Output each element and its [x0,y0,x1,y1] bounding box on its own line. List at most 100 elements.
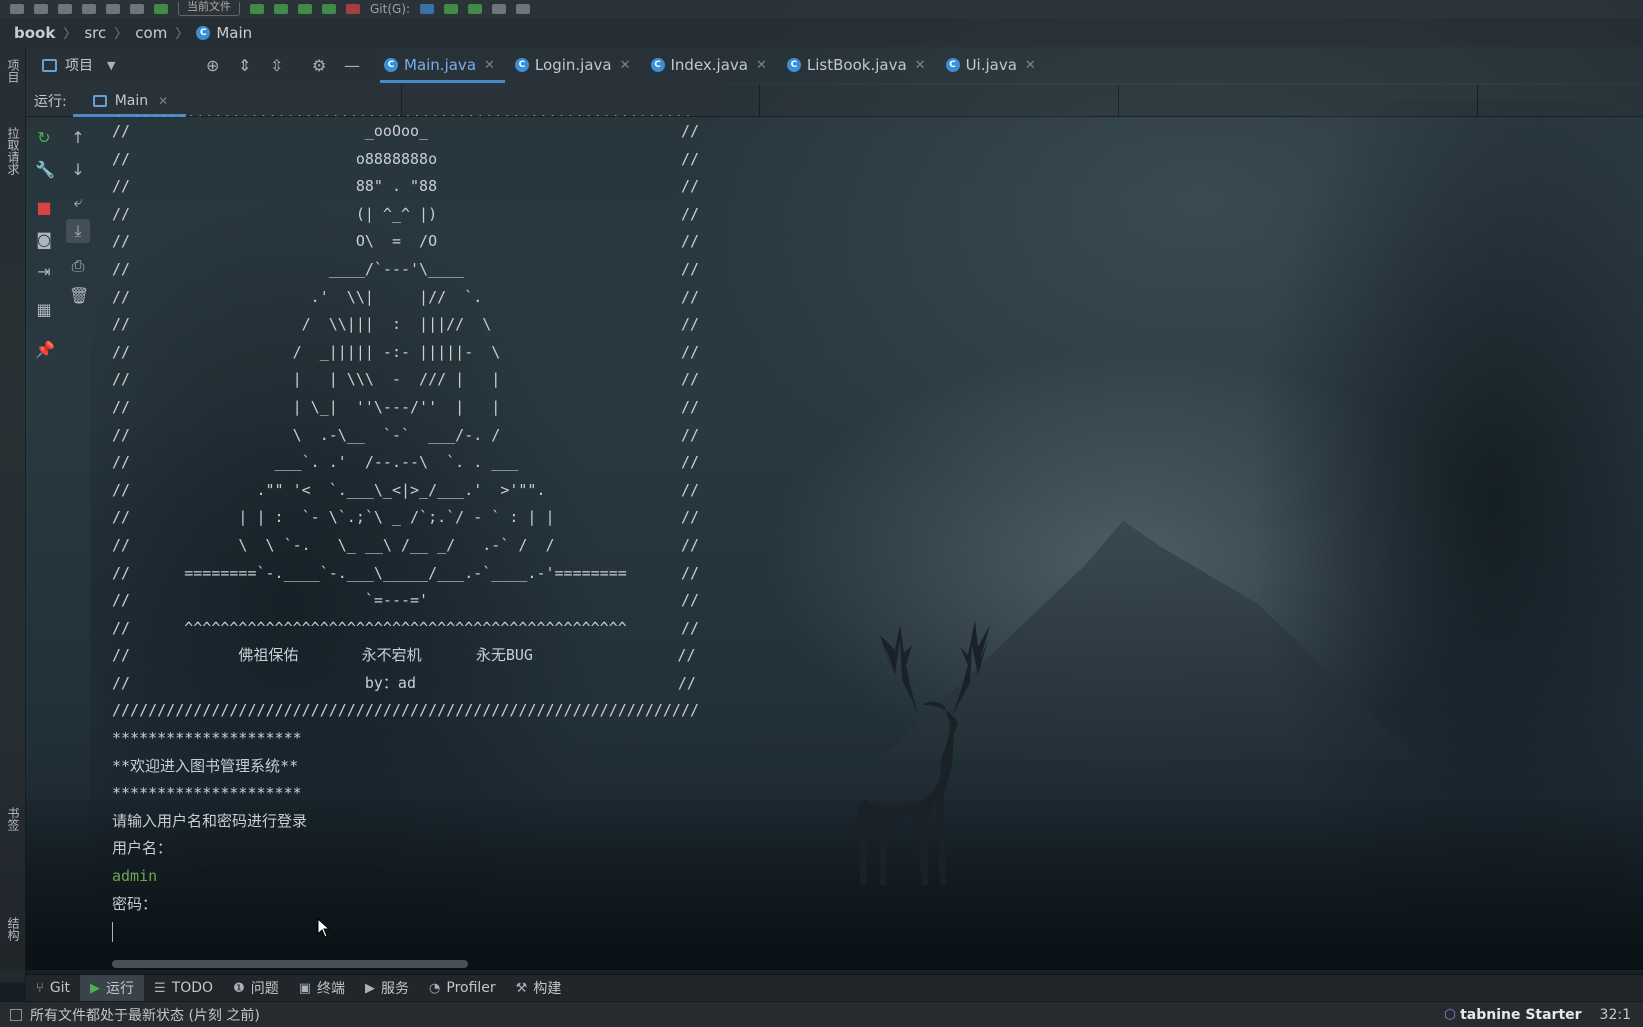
profiler-icon: ◔ [429,980,441,996]
wallpaper-deer [858,620,990,885]
tool-services[interactable]: ▶ 服务 [355,975,419,1002]
scroll-to-end-icon[interactable]: ⤓ [66,219,90,243]
tool-problems[interactable]: ❶ 问题 [223,975,289,1002]
close-icon[interactable]: ✕ [620,58,631,73]
console-line: // | | \\\ - /// | | // [112,370,699,389]
console-line: ////////////////////////////////////////… [112,701,699,720]
console-line: // by：ad // [112,673,696,692]
project-tool-window[interactable]: 项目 [5,59,22,83]
breadcrumb-item-book[interactable]: book [14,24,55,42]
breadcrumb-item-src[interactable]: src [84,24,106,42]
coverage-icon[interactable] [298,4,312,14]
git-history-icon[interactable] [492,4,507,14]
horizontal-scrollbar[interactable] [112,960,468,968]
sync-icon[interactable] [58,4,72,14]
divider [759,85,760,117]
rerun-icon[interactable]: ↻ [35,129,53,147]
tab-index-java[interactable]: C Index.java ✕ [647,47,777,83]
save-icon[interactable] [34,4,48,14]
stop-icon[interactable]: ■ [35,199,53,217]
arrow-down-icon[interactable]: ↓ [69,161,87,179]
tool-terminal[interactable]: ▣ 终端 [289,975,355,1002]
tab-login-java[interactable]: C Login.java ✕ [511,47,641,83]
project-panel-header: 项目 ▼ ⊕ ⇕ ⇳ ⚙ — [26,47,380,83]
expand-all-icon[interactable]: ⇕ [238,56,251,75]
breadcrumb-item-main[interactable]: Main [216,24,252,42]
profile-icon[interactable] [322,4,336,14]
class-icon: C [786,58,801,72]
pin-icon[interactable]: 📌 [35,341,55,359]
exit-icon[interactable]: ⇥ [35,263,53,281]
bookmarks-tool-window[interactable]: 书签 [5,807,22,831]
locate-icon[interactable]: ⊕ [206,56,219,75]
user-icon[interactable] [130,4,144,14]
back-icon[interactable] [82,4,96,14]
console-scrolled-line: ////////////////////////////////////////… [112,112,690,116]
run-icon[interactable] [250,4,264,14]
git-push-icon[interactable] [468,4,483,14]
pull-requests-tool-window[interactable]: 拉取请求 [5,127,22,175]
build-hammer-icon[interactable] [154,4,168,14]
collapse-all-icon[interactable]: ⇳ [270,56,283,75]
git-commit-icon[interactable] [444,4,459,14]
tool-build[interactable]: ⚒ 构建 [506,975,572,1002]
status-message[interactable]: 所有文件都处于最新状态 (片刻 之前) [30,1005,260,1025]
debug-icon[interactable] [274,4,288,14]
tab-ui-java[interactable]: C Ui.java ✕ [942,47,1046,83]
run-icon: ▶ [90,980,101,996]
console-line: // | | : `- \`.;`\ _ /`;.`/ - ` : | | // [112,508,699,527]
gear-icon[interactable]: ⚙ [312,56,326,75]
forward-icon[interactable] [106,4,120,14]
tool-git[interactable]: ⑂ Git [26,975,80,1002]
console-line: // ____/`---'\____ // [112,259,699,278]
toggle-tool-windows-icon[interactable] [10,1008,22,1021]
close-icon[interactable]: ✕ [1025,58,1036,73]
console-line: // .' \\| |// `. // [112,287,699,306]
console-line: // _ooOoo_ // [112,122,699,140]
tab-label: Main.java [404,56,477,74]
tool-profiler[interactable]: ◔ Profiler [419,975,506,1002]
tab-label: Index.java [670,56,749,74]
structure-tool-window[interactable]: 结构 [5,917,22,941]
console-output[interactable]: ////////////////////////////////////////… [112,112,872,948]
class-icon: C [650,58,665,72]
tab-label: Login.java [534,56,612,74]
wrench-icon[interactable]: 🔧 [35,161,55,179]
git-update-icon[interactable] [420,4,435,14]
layout-icon[interactable]: ▦ [35,301,53,319]
camera-icon[interactable]: ◙ [35,231,53,249]
close-icon[interactable]: ✕ [915,58,926,73]
close-icon[interactable]: ✕ [484,58,495,73]
chevron-down-icon[interactable]: ▼ [107,59,115,72]
open-icon[interactable] [10,4,24,14]
console-line: // O\ = /O // [112,232,699,251]
print-icon[interactable]: ⎙ [69,257,87,275]
arrow-up-icon[interactable]: ↑ [69,129,87,147]
class-icon: C [196,25,211,40]
breadcrumb-item-com[interactable]: com [135,24,167,42]
caret-position[interactable]: 32:1 [1600,1007,1631,1023]
tab-main-java[interactable]: C Main.java ✕ [380,47,505,83]
git-branch-icon: ⑂ [36,980,44,996]
stop-icon[interactable] [346,4,360,14]
trash-icon[interactable]: 🗑 [69,287,89,305]
tabnine-label: tabnine Starter [1460,1006,1582,1023]
git-rollback-icon[interactable] [516,4,531,14]
console-lines: // _ooOoo_ // // o8888888o // // 88" . "88… [112,118,872,918]
console-line: // ___`. .' /--.--\ `. . ___ // [112,453,699,472]
divider [1477,85,1478,117]
close-icon[interactable]: ✕ [158,94,168,108]
run-config-combo[interactable]: 当前文件 [178,1,240,16]
tab-listbook-java[interactable]: C ListBook.java ✕ [783,47,936,83]
hammer-icon: ⚒ [515,980,528,996]
tool-todo[interactable]: ☰ TODO [144,975,223,1002]
console-input-line[interactable] [112,918,872,946]
close-icon[interactable]: ✕ [756,58,767,73]
tool-run[interactable]: ▶ 运行 [80,974,145,1002]
breadcrumb-separator: 〉 [63,27,77,42]
console-line: // 88" . "88 // [112,177,699,196]
project-view-label[interactable]: 项目 [65,55,93,75]
hide-icon[interactable]: — [344,56,360,75]
tabnine-status[interactable]: ⬡ tabnine Starter [1444,1007,1582,1023]
soft-wrap-icon[interactable]: ⤶ [69,193,87,211]
